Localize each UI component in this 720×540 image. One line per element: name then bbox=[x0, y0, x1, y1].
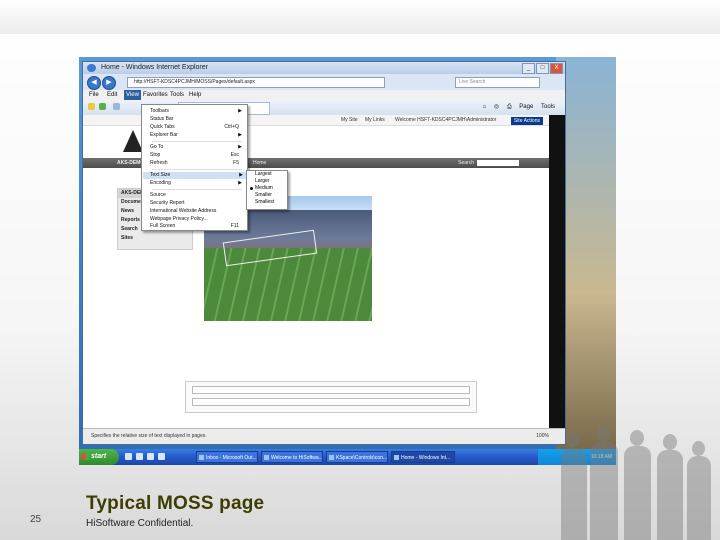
screenshot: Home - Windows Internet Explorer _ □ X ◀… bbox=[79, 57, 616, 465]
taskbar-item[interactable]: KSpace\Controls\con... bbox=[326, 451, 388, 463]
page-scrollbar[interactable] bbox=[549, 115, 565, 428]
ie-logo-icon bbox=[87, 64, 96, 72]
ie-window: Home - Windows Internet Explorer _ □ X ◀… bbox=[82, 61, 566, 445]
menu-item-text-size[interactable]: Text Size ▶ bbox=[143, 172, 246, 179]
menu-item-refresh[interactable]: Refresh F5 bbox=[150, 160, 245, 167]
menu-item-status-bar[interactable]: Status Bar bbox=[150, 116, 245, 123]
windows-flag-icon bbox=[82, 453, 89, 460]
quicklaunch-icon[interactable] bbox=[158, 453, 165, 460]
start-button[interactable]: start bbox=[79, 449, 119, 465]
feeds-icon[interactable]: ◎ bbox=[494, 104, 499, 110]
menu-edit[interactable]: Edit bbox=[107, 90, 117, 100]
quicklaunch-icon[interactable] bbox=[136, 453, 143, 460]
menu-tools[interactable]: Tools bbox=[170, 90, 184, 100]
window-titlebar[interactable]: Home - Windows Internet Explorer _ □ X bbox=[83, 62, 565, 74]
nav-home[interactable]: Home bbox=[253, 160, 266, 166]
menu-item-full-screen[interactable]: Full Screen F11 bbox=[150, 223, 245, 230]
quicklaunch-icon[interactable] bbox=[125, 453, 132, 460]
welcome-user-menu[interactable]: Welcome HSFT-KDSC4PCJMH\Administrator bbox=[395, 117, 496, 123]
add-favorites-icon[interactable] bbox=[99, 103, 106, 110]
tab-list-icon[interactable] bbox=[113, 103, 120, 110]
address-row: ◀ ▶ http://HSFT-KDSC4PCJMH/MOSS/Pages/de… bbox=[83, 74, 565, 90]
forward-button[interactable]: ▶ bbox=[102, 76, 116, 90]
slide-number: 25 bbox=[30, 514, 42, 525]
site-logo-icon bbox=[123, 130, 143, 152]
maximize-button[interactable]: □ bbox=[536, 63, 549, 74]
back-button[interactable]: ◀ bbox=[87, 76, 101, 90]
text-size-medium[interactable]: Medium bbox=[247, 185, 287, 192]
search-input[interactable]: Live Search bbox=[455, 77, 540, 88]
status-text: Specifies the relative size of text disp… bbox=[91, 433, 207, 439]
menu-item-go-to[interactable]: Go To ▶ bbox=[150, 144, 245, 151]
my-links-link[interactable]: My Links bbox=[365, 117, 385, 123]
tools-menu[interactable]: Tools bbox=[541, 104, 555, 110]
status-bar: Specifies the relative size of text disp… bbox=[83, 428, 565, 444]
favorites-star-icon[interactable] bbox=[88, 103, 95, 110]
menu-help[interactable]: Help bbox=[189, 90, 201, 100]
menu-item-security-report[interactable]: Security Report bbox=[150, 200, 245, 207]
page-web-part bbox=[185, 381, 477, 413]
menu-item-privacy-policy[interactable]: Webpage Privacy Policy... bbox=[150, 216, 245, 223]
site-search-input[interactable] bbox=[477, 160, 519, 166]
text-size-larger[interactable]: Larger bbox=[247, 178, 287, 185]
menu-item-stop[interactable]: Stop Esc bbox=[150, 152, 245, 159]
taskbar-item[interactable]: Inbox - Microsoft Out... bbox=[196, 451, 258, 463]
search-label: Search bbox=[458, 160, 474, 166]
quick-launch-item[interactable]: Sites bbox=[118, 234, 192, 243]
my-site-link[interactable]: My Site bbox=[341, 117, 358, 123]
menu-item-source[interactable]: Source bbox=[150, 192, 245, 199]
selected-dot-icon bbox=[250, 187, 253, 190]
menu-bar: File Edit View Favorites Tools Help bbox=[83, 90, 565, 100]
text-size-smallest[interactable]: Smallest bbox=[247, 199, 287, 206]
close-button[interactable]: X bbox=[550, 63, 563, 74]
slide-top-band bbox=[0, 0, 720, 34]
page-menu[interactable]: Page bbox=[519, 104, 533, 110]
menu-file[interactable]: File bbox=[89, 90, 99, 100]
site-actions-button[interactable]: Site Actions bbox=[510, 117, 543, 125]
menu-favorites[interactable]: Favorites bbox=[143, 90, 168, 100]
minimize-button[interactable]: _ bbox=[522, 63, 535, 74]
menu-item-encoding[interactable]: Encoding ▶ bbox=[150, 180, 245, 187]
print-icon[interactable]: ⎙ bbox=[507, 104, 512, 110]
taskbar-item[interactable]: Welcome to HiSoftwa... bbox=[261, 451, 323, 463]
confidential-footer: HiSoftware Confidential. bbox=[86, 518, 194, 529]
menu-item-toolbars[interactable]: Toolbars ▶ bbox=[150, 108, 245, 115]
text-size-submenu: Largest Larger Medium Smaller Smallest bbox=[246, 170, 288, 210]
menu-item-international-address[interactable]: International Website Address bbox=[150, 208, 245, 215]
quicklaunch-icon[interactable] bbox=[147, 453, 154, 460]
taskbar-item-active[interactable]: Home - Windows Int... bbox=[391, 451, 455, 463]
taskbar: start Inbox - Microsoft Out... Welcome t… bbox=[79, 449, 616, 465]
text-size-smaller[interactable]: Smaller bbox=[247, 192, 287, 199]
home-icon[interactable]: ⌂ bbox=[483, 104, 487, 110]
menu-item-explorer-bar[interactable]: Explorer Bar ▶ bbox=[150, 132, 245, 139]
slide-title: Typical MOSS page bbox=[86, 493, 265, 514]
menu-item-quick-tabs[interactable]: Quick Tabs Ctrl+Q bbox=[150, 124, 245, 131]
menu-view[interactable]: View bbox=[124, 90, 141, 100]
text-size-largest[interactable]: Largest bbox=[247, 171, 287, 178]
people-silhouettes bbox=[546, 420, 716, 540]
view-menu: Toolbars ▶ Status Bar Quick Tabs Ctrl+Q Ex… bbox=[141, 104, 248, 231]
address-bar[interactable]: http://HSFT-KDSC4PCJMH/MOSS/Pages/defaul… bbox=[127, 77, 385, 88]
window-title: Home - Windows Internet Explorer bbox=[101, 64, 208, 71]
